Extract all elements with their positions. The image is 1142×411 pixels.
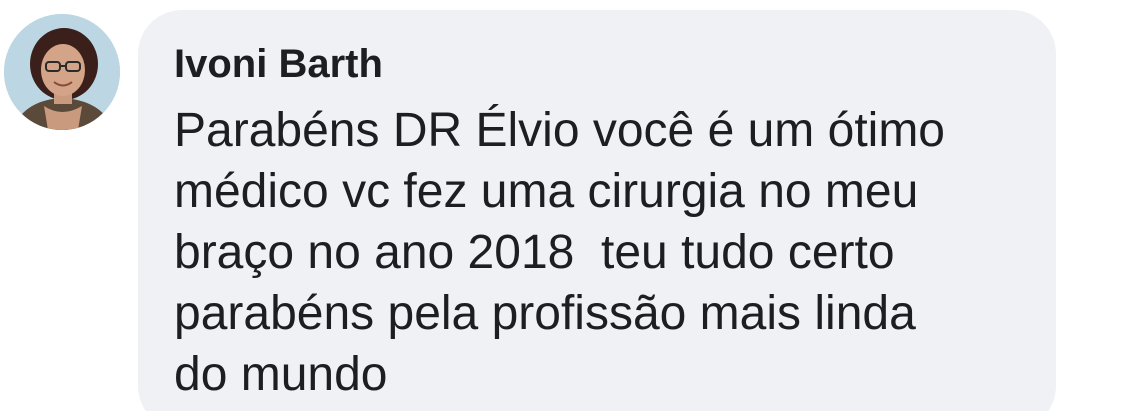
comment-text-line: parabéns pela profissão mais linda	[174, 287, 916, 340]
comment-text-line: braço no ano 2018 teu tudo certo	[174, 226, 895, 279]
comment-text-line: Parabéns DR Élvio você é um ótimo	[174, 104, 945, 157]
comment-bubble[interactable]: Ivoni Barth Parabéns DR Élvio você é um …	[138, 10, 1056, 411]
comment-text-line: médico vc fez uma cirurgia no meu	[174, 165, 919, 218]
profile-photo-icon	[4, 14, 120, 130]
comment-author[interactable]: Ivoni Barth	[174, 40, 383, 88]
avatar[interactable]	[4, 14, 120, 130]
comment-text-line: do mundo	[174, 348, 388, 401]
comment-text: Parabéns DR Élvio você é um ótimo médico…	[174, 100, 1034, 405]
